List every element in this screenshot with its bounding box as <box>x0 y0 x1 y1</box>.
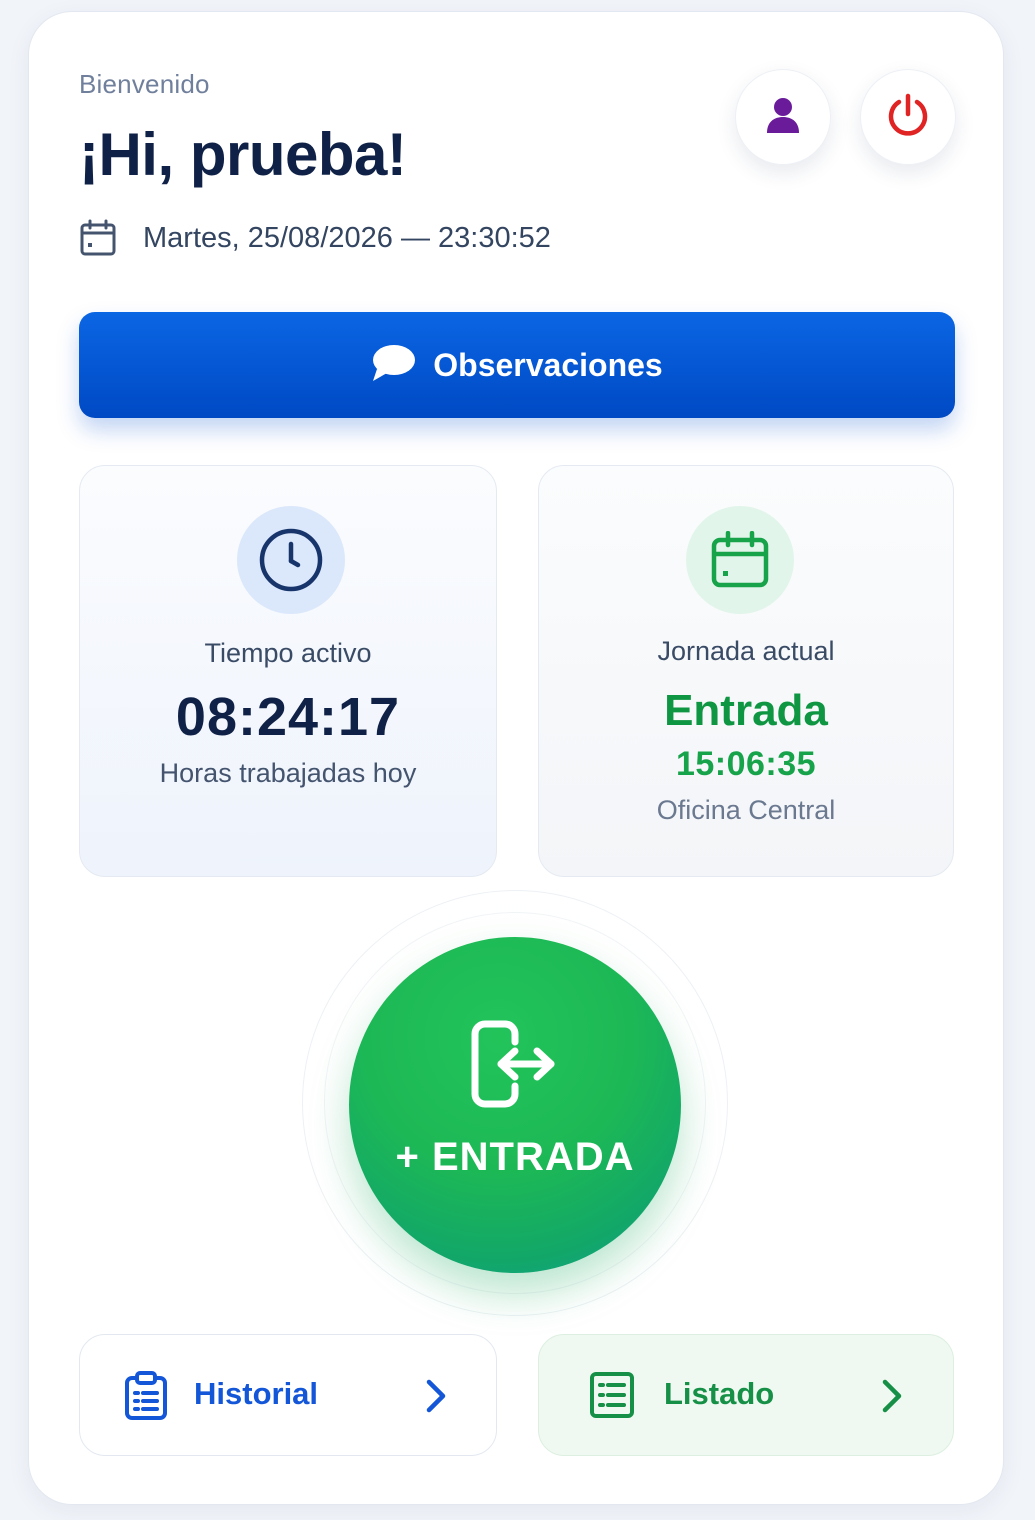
power-icon <box>885 92 931 143</box>
jornada-title: Jornada actual <box>657 636 835 666</box>
user-icon <box>765 96 801 139</box>
date-row: Martes, 25/08/2026 — 23:30:52 <box>79 215 551 261</box>
current-datetime: Martes, 25/08/2026 — 23:30:52 <box>143 221 551 254</box>
list-icon <box>589 1371 635 1424</box>
tiempo-activo-subtitle: Horas trabajadas hoy <box>159 758 417 788</box>
observaciones-label: Observaciones <box>433 346 663 383</box>
welcome-label: Bienvenido <box>79 69 210 99</box>
jornada-actual-card: Jornada actual Entrada 15:06:35 Oficina … <box>538 465 954 877</box>
greeting-title: ¡Hi, prueba! <box>79 121 407 188</box>
observaciones-button[interactable]: Observaciones <box>79 312 955 418</box>
chevron-right-icon <box>425 1379 447 1418</box>
main-card: Bienvenido ¡Hi, prueba! Martes, 25/08/20… <box>28 11 1004 1505</box>
tiempo-activo-value: 08:24:17 <box>175 687 401 747</box>
jornada-time: 15:06:35 <box>675 745 817 783</box>
historial-label: Historial <box>194 1376 319 1411</box>
calendar-icon <box>79 219 117 257</box>
clock-icon <box>237 506 345 614</box>
jornada-status: Entrada <box>664 686 828 735</box>
clipboard-icon <box>124 1371 168 1426</box>
logout-button[interactable] <box>860 69 956 165</box>
jornada-location: Oficina Central <box>656 795 836 825</box>
entrada-label: + ENTRADA <box>395 1135 635 1179</box>
calendar-icon <box>686 506 794 614</box>
listado-label: Listado <box>664 1376 775 1411</box>
historial-button[interactable]: Historial <box>79 1334 497 1456</box>
profile-button[interactable] <box>735 69 831 165</box>
tiempo-activo-title: Tiempo activo <box>204 638 372 668</box>
sign-in-icon <box>471 1020 557 1115</box>
chat-bubble-icon <box>371 343 416 388</box>
listado-button[interactable]: Listado <box>538 1334 954 1456</box>
entrada-button[interactable]: + ENTRADA <box>349 937 681 1273</box>
tiempo-activo-card: Tiempo activo 08:24:17 Horas trabajadas … <box>79 465 497 877</box>
chevron-right-icon <box>881 1379 903 1418</box>
